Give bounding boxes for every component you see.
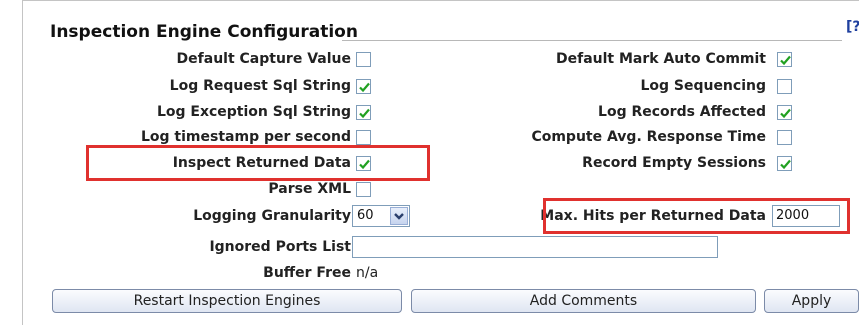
checkbox-record-empty-sessions[interactable]: [777, 156, 792, 171]
checkbox-log-exception-sql-string[interactable]: [356, 105, 371, 120]
label-default-mark-auto-commit: Default Mark Auto Commit: [556, 51, 766, 67]
checkbox-compute-avg-response-time[interactable]: [777, 130, 792, 145]
label-ignored-ports-list: Ignored Ports List: [209, 239, 351, 255]
logging-granularity-value: 60: [357, 208, 374, 223]
label-buffer-free: Buffer Free: [263, 265, 351, 281]
highlight-max-hits: [543, 198, 850, 234]
label-record-empty-sessions: Record Empty Sessions: [582, 155, 766, 171]
dropdown-arrow-icon[interactable]: [390, 207, 408, 225]
title-divider: [342, 40, 842, 41]
panel-border-top: [22, 0, 859, 1]
panel-title: Inspection Engine Configuration: [50, 22, 358, 42]
checkmark-icon: [359, 82, 370, 93]
checkmark-icon: [780, 159, 791, 170]
restart-inspection-engines-button[interactable]: Restart Inspection Engines: [52, 289, 402, 313]
checkbox-log-records-affected[interactable]: [777, 105, 792, 120]
checkbox-log-request-sql-string[interactable]: [356, 79, 371, 94]
panel-border-left: [22, 0, 23, 325]
apply-button[interactable]: Apply: [764, 289, 859, 313]
label-log-sequencing: Log Sequencing: [640, 78, 766, 94]
buffer-free-value: n/a: [356, 265, 379, 281]
label-log-request-sql-string: Log Request Sql String: [169, 78, 351, 94]
checkbox-default-capture-value[interactable]: [356, 52, 371, 67]
help-icon[interactable]: [?: [846, 19, 859, 35]
highlight-inspect-returned-data: [86, 145, 430, 181]
checkbox-log-sequencing[interactable]: [777, 79, 792, 94]
label-log-records-affected: Log Records Affected: [598, 104, 766, 120]
label-log-exception-sql-string: Log Exception Sql String: [156, 104, 351, 120]
checkbox-default-mark-auto-commit[interactable]: [777, 52, 792, 67]
label-logging-granularity: Logging Granularity: [193, 208, 351, 224]
checkmark-icon: [780, 108, 791, 119]
ignored-ports-input[interactable]: [352, 236, 718, 258]
checkmark-icon: [780, 55, 791, 66]
checkbox-log-timestamp-per-second[interactable]: [356, 130, 371, 145]
logging-granularity-select[interactable]: 60: [352, 205, 410, 227]
label-parse-xml: Parse XML: [268, 181, 351, 197]
label-compute-avg-response-time: Compute Avg. Response Time: [531, 129, 766, 145]
add-comments-button[interactable]: Add Comments: [411, 289, 756, 313]
checkbox-parse-xml[interactable]: [356, 182, 371, 197]
label-default-capture-value: Default Capture Value: [176, 51, 351, 67]
label-log-timestamp-per-second: Log timestamp per second: [141, 129, 351, 145]
checkmark-icon: [359, 108, 370, 119]
